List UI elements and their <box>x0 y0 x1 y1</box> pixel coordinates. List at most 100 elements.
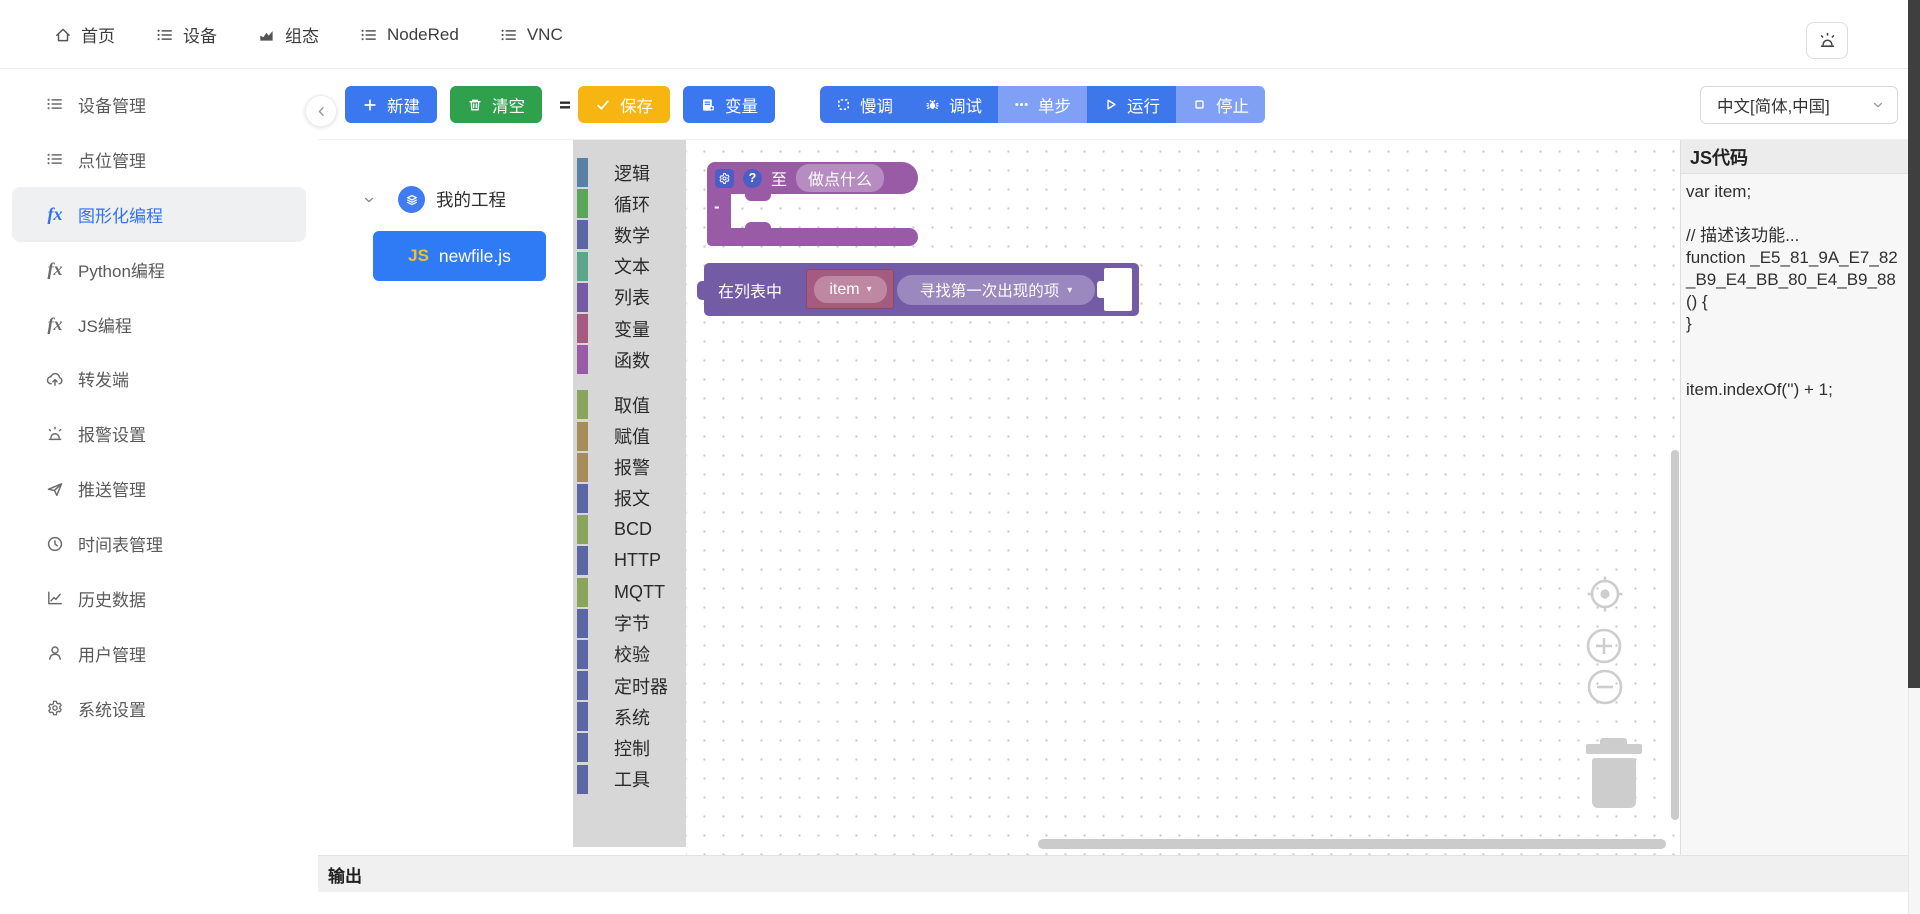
toolbox-category[interactable]: HTTP <box>573 545 686 576</box>
sidebar-item[interactable]: fx Python编程 <box>12 242 306 297</box>
nav-item[interactable]: 设备 <box>156 22 217 47</box>
sidebar-item[interactable]: fx JS编程 <box>12 297 306 352</box>
trash-lid[interactable] <box>1586 744 1642 754</box>
output-panel-title: 输出 <box>328 862 362 887</box>
sidebar-item[interactable]: 报警设置 <box>12 406 306 461</box>
category-color-swatch <box>577 702 588 731</box>
debug-button[interactable]: 慢调 <box>820 86 909 123</box>
toolbox-category[interactable]: 列表 <box>573 282 686 313</box>
toolbox-category[interactable]: 文本 <box>573 251 686 282</box>
sidebar-item-label: Python编程 <box>78 257 165 282</box>
notifications-button[interactable] <box>1806 22 1848 59</box>
nav-item[interactable]: NodeRed <box>360 25 459 45</box>
toolbox-category[interactable]: 循环 <box>573 188 686 219</box>
sidebar-item[interactable]: 历史数据 <box>12 571 306 626</box>
toolbox-category[interactable]: 校验 <box>573 639 686 670</box>
sidebar-item[interactable]: 时间表管理 <box>12 516 306 571</box>
toolbox-category[interactable]: 逻辑 <box>573 157 686 188</box>
center-view-button[interactable] <box>1585 574 1625 614</box>
toolbox-category[interactable]: 报警 <box>573 452 686 483</box>
chevron-down-icon[interactable] <box>362 193 376 207</box>
sidebar-item[interactable]: fx 图形化编程 <box>12 187 306 242</box>
language-selector[interactable]: 中文[简体,中国] <box>1700 86 1898 124</box>
trash-can[interactable] <box>1592 758 1636 808</box>
category-color-swatch <box>577 765 588 794</box>
sidebar-item[interactable]: 用户管理 <box>12 626 306 681</box>
list-block-label: 在列表中 <box>718 263 782 316</box>
page-scrollbar-track[interactable] <box>1908 0 1920 914</box>
sidebar-item[interactable]: 系统设置 <box>12 681 306 736</box>
fx-icon: fx <box>45 259 65 280</box>
collapse-field[interactable]: - <box>714 197 720 217</box>
category-color-swatch <box>577 484 588 513</box>
blockly-workspace[interactable]: ? 至 做点什么 - 在列表中 item ▾ 寻找第一次出现的项 ▾ <box>686 140 1680 855</box>
toolbox-category[interactable]: 定时器 <box>573 670 686 701</box>
bug-icon <box>925 97 940 112</box>
debug-button-label: 调试 <box>949 93 982 117</box>
sidebar-item-label: 历史数据 <box>78 586 146 611</box>
find-mode-dropdown-field[interactable]: 寻找第一次出现的项 ▾ <box>897 275 1095 305</box>
toolbox-category[interactable]: 字节 <box>573 608 686 639</box>
toolbox-category[interactable]: 取值 <box>573 389 686 420</box>
clear-button[interactable]: 清空 <box>450 86 542 123</box>
sidebar-item[interactable]: 点位管理 <box>12 132 306 187</box>
output-panel-header[interactable]: 输出 <box>318 855 1920 892</box>
variables-button[interactable]: 变量 <box>683 86 775 123</box>
list-icon <box>156 26 174 44</box>
variable-dropdown-field[interactable]: item ▾ <box>814 276 887 303</box>
toolbox-category[interactable]: 赋值 <box>573 421 686 452</box>
block-toolbox: 逻辑 循环 数学 文本 列表 变量 函数 取值 赋值 报警 <box>573 140 686 847</box>
gear-icon <box>45 699 65 717</box>
nav-item[interactable]: 组态 <box>258 22 319 47</box>
mutator-gear-icon[interactable] <box>715 169 734 188</box>
workspace-vertical-scrollbar[interactable] <box>1671 450 1679 820</box>
workspace-horizontal-scrollbar[interactable] <box>1038 839 1666 849</box>
project-node[interactable]: 我的工程 <box>362 186 506 213</box>
debug-button[interactable]: 单步 <box>998 86 1087 123</box>
fx-icon: fx <box>45 204 65 225</box>
nav-item-label: 设备 <box>183 22 217 47</box>
tree-file-item-selected[interactable]: JS newfile.js <box>373 231 546 281</box>
toolbox-category[interactable]: 控制 <box>573 732 686 763</box>
user-icon <box>45 644 65 662</box>
toolbox-category[interactable]: 系统 <box>573 701 686 732</box>
variable-block[interactable]: item ▾ <box>806 269 894 309</box>
steps-icon <box>1014 97 1029 112</box>
toolbox-category[interactable]: 数学 <box>573 219 686 250</box>
language-selected-value: 中文[简体,中国] <box>1717 93 1830 117</box>
save-button[interactable]: 保存 <box>578 86 670 123</box>
nav-item[interactable]: VNC <box>500 25 563 45</box>
toolbox-category[interactable]: 工具 <box>573 764 686 795</box>
list-icon <box>45 150 65 168</box>
debug-button[interactable]: 调试 <box>909 86 998 123</box>
debug-button[interactable]: 停止 <box>1176 86 1265 123</box>
toolbox-category[interactable]: 变量 <box>573 313 686 344</box>
layers-icon <box>398 186 425 213</box>
menu-handle-icon[interactable] <box>555 86 575 123</box>
list-find-block[interactable]: 在列表中 item ▾ 寻找第一次出现的项 ▾ <box>704 263 1139 316</box>
sidebar-item-label: 系统设置 <box>78 696 146 721</box>
toolbox-category[interactable]: 函数 <box>573 344 686 375</box>
toolbox-category[interactable]: MQTT <box>573 576 686 607</box>
toolbox-category[interactable]: BCD <box>573 514 686 545</box>
nav-item-label: NodeRed <box>387 25 459 45</box>
help-icon[interactable]: ? <box>743 169 762 188</box>
nav-item[interactable]: 首页 <box>54 22 115 47</box>
list-icon <box>360 26 378 44</box>
toolbox-category[interactable]: 报文 <box>573 483 686 514</box>
value-input-socket[interactable] <box>1104 268 1132 311</box>
home-icon <box>54 26 72 44</box>
procedure-name-field[interactable]: 做点什么 <box>796 164 884 192</box>
category-label: 字节 <box>614 610 650 636</box>
sidebar-item[interactable]: 推送管理 <box>12 461 306 516</box>
sidebar-item[interactable]: 转发端 <box>12 351 306 406</box>
sidebar-item[interactable]: 设备管理 <box>12 77 306 132</box>
new-file-button[interactable]: 新建 <box>345 86 437 123</box>
debug-button[interactable]: 运行 <box>1087 86 1176 123</box>
collapse-panel-button[interactable] <box>305 95 337 127</box>
page-scrollbar-thumb[interactable] <box>1908 0 1920 688</box>
nav-item-label: VNC <box>527 25 563 45</box>
zoom-in-button[interactable] <box>1584 626 1624 666</box>
debug-button-label: 停止 <box>1216 93 1249 117</box>
zoom-out-button[interactable] <box>1585 667 1625 707</box>
